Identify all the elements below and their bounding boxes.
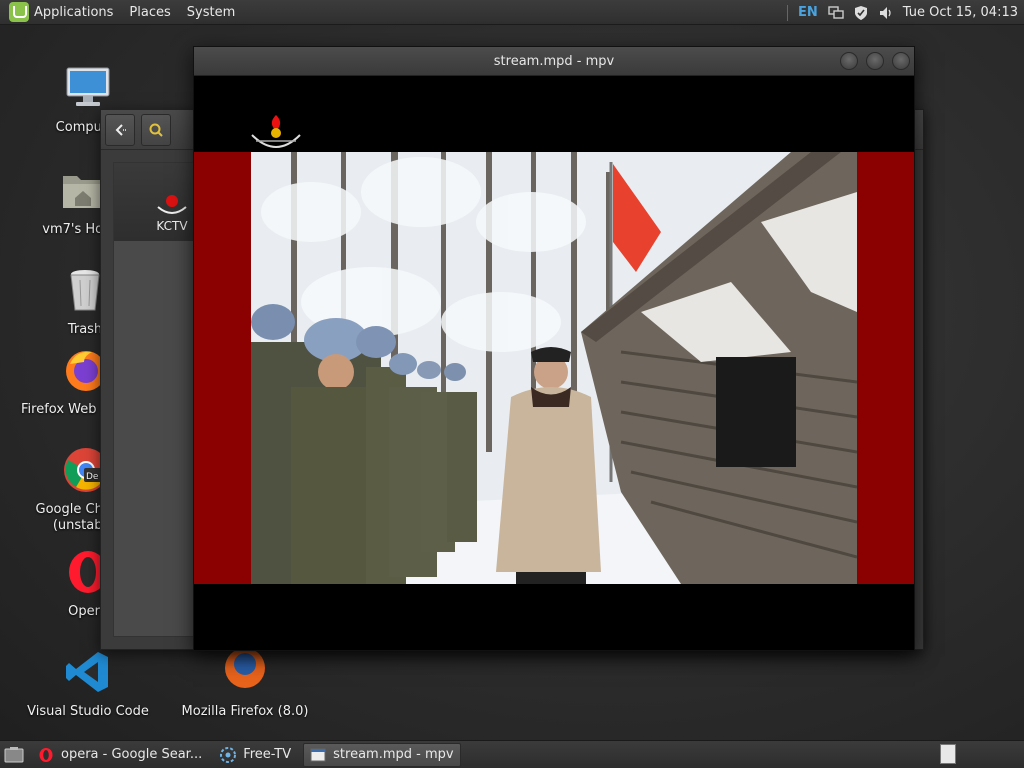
- kctv-logo-icon: [157, 195, 187, 214]
- taskbar-item-mpv[interactable]: stream.mpd - mpv: [303, 742, 461, 767]
- window-controls: [832, 52, 910, 70]
- taskbar-item-label: opera - Google Sear...: [61, 747, 203, 762]
- mpv-window[interactable]: stream.mpd - mpv: [193, 46, 915, 651]
- volume-icon[interactable]: [878, 5, 894, 21]
- opera-icon: [39, 747, 53, 762]
- bottom-taskbar: opera - Google Sear... Free-TV stream.mp…: [0, 740, 1024, 768]
- video-frame[interactable]: [194, 152, 914, 584]
- channel-logo-icon: [251, 115, 301, 148]
- search-button[interactable]: [141, 113, 171, 146]
- maximize-button[interactable]: [866, 52, 884, 70]
- video-picture: [251, 152, 857, 584]
- menu-places[interactable]: Places: [129, 5, 170, 20]
- menu-system[interactable]: System: [187, 5, 235, 20]
- network-icon[interactable]: [828, 5, 844, 21]
- sidebar-item-kctv[interactable]: KCTV: [114, 163, 194, 241]
- workspace-switcher[interactable]: [940, 744, 956, 764]
- mint-menu-icon[interactable]: [9, 2, 29, 22]
- taskbar-item-label: stream.mpd - mpv: [333, 747, 454, 762]
- window-title: stream.mpd - mpv: [493, 53, 615, 69]
- shield-icon[interactable]: [853, 5, 869, 21]
- show-desktop-icon[interactable]: [4, 746, 24, 764]
- back-button[interactable]: [105, 113, 135, 146]
- mpv-titlebar[interactable]: stream.mpd - mpv: [194, 47, 914, 76]
- keyboard-layout-indicator[interactable]: EN: [798, 5, 818, 20]
- clock[interactable]: Tue Oct 15, 04:13: [903, 5, 1018, 20]
- mpv-icon: [310, 748, 326, 761]
- menu-applications[interactable]: Applications: [34, 5, 113, 20]
- file-manager-sidebar: KCTV: [113, 162, 195, 637]
- computer-icon: [66, 67, 110, 106]
- minimize-button[interactable]: [840, 52, 858, 70]
- svg-text:De: De: [86, 472, 99, 482]
- arrow-left-icon: [115, 123, 126, 136]
- top-panel: Applications Places System EN Tue Oct 15…: [0, 0, 1024, 25]
- video-scene-drawing: [251, 152, 857, 584]
- close-button[interactable]: [892, 52, 910, 70]
- vscode-icon: [66, 652, 108, 692]
- desktop-icon-firefox-8[interactable]: Mozilla Firefox (8.0): [180, 648, 310, 720]
- firefox-old-icon: [225, 648, 265, 688]
- taskbar-item-free-tv[interactable]: Free-TV: [214, 743, 297, 767]
- free-tv-icon: [220, 746, 237, 763]
- system-tray: EN Tue Oct 15, 04:13: [787, 0, 1024, 25]
- taskbar-item-opera[interactable]: opera - Google Sear...: [32, 743, 208, 767]
- desktop-icon-vscode[interactable]: Visual Studio Code: [23, 648, 153, 720]
- search-icon: [149, 123, 163, 137]
- taskbar-item-label: Free-TV: [243, 747, 292, 762]
- tray-separator: [787, 4, 789, 21]
